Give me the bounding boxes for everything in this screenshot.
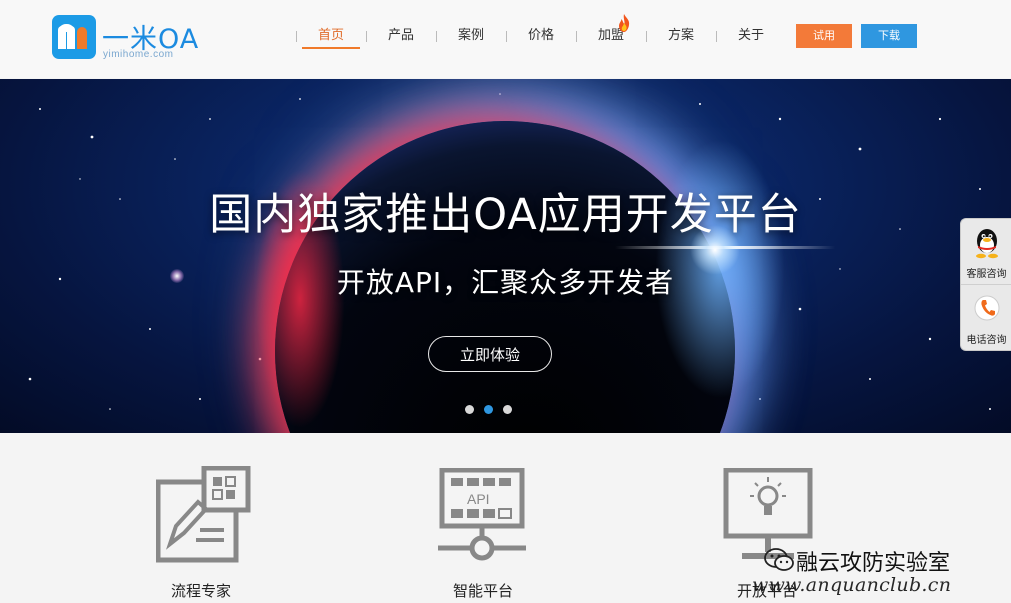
api-platform-icon: API bbox=[438, 468, 526, 561]
phone-consult-label: 电话咨询 bbox=[966, 335, 1007, 346]
hero-title: 国内独家推出OA应用开发平台 bbox=[209, 190, 802, 240]
watermark-brand: 融云攻防实验室 bbox=[796, 551, 951, 576]
feature-smart-platform[interactable]: API 智能平台 bbox=[383, 433, 583, 603]
trial-button[interactable]: 试用 bbox=[796, 24, 852, 48]
nav-item-cases[interactable]: 案例 bbox=[436, 24, 506, 48]
carousel-dot[interactable] bbox=[465, 405, 474, 414]
wechat-icon bbox=[764, 548, 794, 571]
feature-workflow[interactable]: 流程专家 bbox=[101, 433, 301, 603]
hero-subtitle: 开放API，汇聚众多开发者 bbox=[336, 266, 675, 299]
qq-penguin-icon bbox=[976, 229, 998, 259]
feature-smart-platform-title: 智能平台 bbox=[452, 582, 513, 600]
customer-service-button[interactable]: 客服咨询 bbox=[961, 219, 1011, 285]
logo-domain: yimihome.com bbox=[103, 49, 174, 60]
carousel-dot-active[interactable] bbox=[484, 405, 493, 414]
watermark-url: www.anquanclub.cn bbox=[752, 574, 952, 596]
fire-icon bbox=[619, 14, 630, 32]
phone-icon bbox=[974, 295, 1000, 321]
phone-consult-button[interactable]: 电话咨询 bbox=[961, 285, 1011, 350]
nav-item-product[interactable]: 产品 bbox=[366, 24, 436, 48]
hero-banner: 国内独家推出OA应用开发平台 开放API，汇聚众多开发者 立即体验 bbox=[0, 79, 1011, 433]
site-header: 一米OA yimihome.com 首页 产品 案例 价格 加盟 方案 关于 试… bbox=[0, 0, 1011, 78]
consult-sidebar: 客服咨询 电话咨询 bbox=[960, 218, 1011, 351]
nav-item-about[interactable]: 关于 bbox=[716, 24, 786, 48]
customer-service-label: 客服咨询 bbox=[966, 269, 1007, 280]
try-now-button[interactable]: 立即体验 bbox=[428, 336, 552, 372]
nav-item-home[interactable]: 首页 bbox=[296, 24, 366, 49]
nav-item-join[interactable]: 加盟 bbox=[576, 24, 646, 48]
nav-item-pricing[interactable]: 价格 bbox=[506, 24, 576, 48]
workflow-document-icon bbox=[156, 466, 251, 563]
carousel-dot[interactable] bbox=[503, 405, 512, 414]
logo[interactable]: 一米OA yimihome.com bbox=[52, 15, 212, 63]
download-button[interactable]: 下载 bbox=[861, 24, 917, 48]
svg-text:API: API bbox=[467, 491, 490, 507]
feature-workflow-title: 流程专家 bbox=[170, 582, 231, 600]
logo-mark-icon bbox=[52, 15, 96, 59]
carousel-dots bbox=[465, 405, 525, 415]
nav-item-solutions[interactable]: 方案 bbox=[646, 24, 716, 48]
